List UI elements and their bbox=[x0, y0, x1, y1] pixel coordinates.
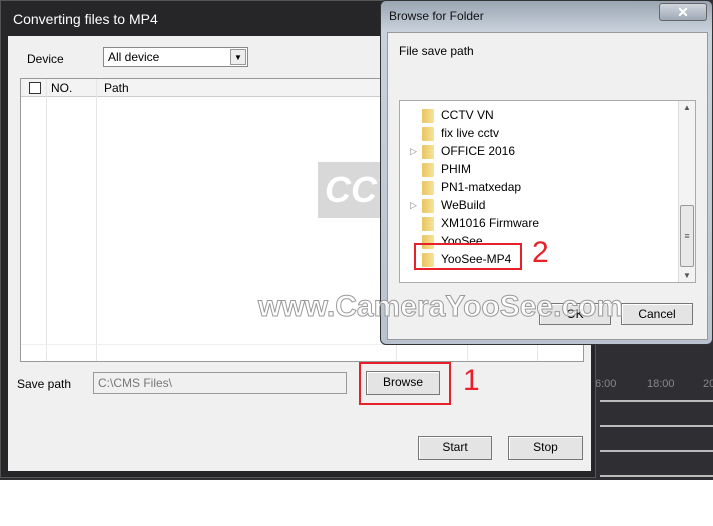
scrollbar[interactable]: ▲ ≡ ▼ bbox=[678, 101, 695, 282]
scroll-thumb[interactable]: ≡ bbox=[680, 205, 694, 267]
folder-icon bbox=[422, 216, 434, 231]
folder-icon bbox=[422, 126, 434, 141]
timeline-tick: 20 bbox=[703, 378, 713, 390]
timeline-track[interactable] bbox=[600, 475, 713, 477]
folder-item[interactable]: PHIM bbox=[422, 160, 471, 178]
close-button[interactable]: ✕ bbox=[659, 3, 707, 21]
expand-icon[interactable]: ▷ bbox=[410, 196, 417, 214]
start-button[interactable]: Start bbox=[418, 436, 492, 460]
folder-item[interactable]: XM1016 Firmware bbox=[422, 214, 539, 232]
column-header-path[interactable]: Path bbox=[104, 81, 129, 95]
annotation-step-2: 2 bbox=[532, 236, 549, 269]
timeline-track[interactable] bbox=[600, 400, 713, 402]
folder-item[interactable]: ▷ WeBuild bbox=[410, 196, 486, 214]
dialog-title: Browse for Folder bbox=[389, 9, 484, 23]
device-select[interactable]: All device ▼ bbox=[103, 47, 248, 67]
cancel-button[interactable]: Cancel bbox=[621, 303, 693, 325]
stop-button[interactable]: Stop bbox=[508, 436, 583, 460]
timeline-tick: 6:00 bbox=[595, 378, 617, 390]
annotation-step-1: 1 bbox=[463, 364, 480, 397]
folder-name: OFFICE 2016 bbox=[441, 144, 516, 158]
column-header-no[interactable]: NO. bbox=[51, 81, 72, 95]
timeline-tick: 18:00 bbox=[647, 378, 675, 390]
folder-icon bbox=[422, 180, 434, 195]
folder-icon bbox=[422, 108, 434, 123]
save-path-input[interactable]: C:\CMS Files\ bbox=[93, 372, 347, 394]
select-all-checkbox[interactable] bbox=[29, 82, 41, 94]
expand-icon[interactable]: ▷ bbox=[410, 142, 417, 160]
annotation-box-2 bbox=[414, 243, 522, 270]
folder-name: PN1-matxedap bbox=[441, 180, 522, 194]
folder-name: CCTV VN bbox=[441, 108, 494, 122]
folder-name: XM1016 Firmware bbox=[441, 216, 540, 230]
scroll-up-icon[interactable]: ▲ bbox=[683, 103, 691, 112]
annotation-box-1 bbox=[359, 362, 451, 405]
folder-item[interactable]: CCTV VN bbox=[422, 106, 494, 124]
dialog-description: File save path bbox=[399, 44, 474, 58]
folder-icon bbox=[422, 162, 434, 177]
folder-name: fix live cctv bbox=[441, 126, 500, 140]
scroll-down-icon[interactable]: ▼ bbox=[683, 271, 691, 280]
window-title: Converting files to MP4 bbox=[13, 11, 158, 27]
timeline-track[interactable] bbox=[600, 450, 713, 452]
folder-name: PHIM bbox=[441, 162, 471, 176]
folder-item[interactable]: fix live cctv bbox=[422, 124, 499, 142]
folder-item[interactable]: ▷ OFFICE 2016 bbox=[410, 142, 516, 160]
folder-icon bbox=[422, 144, 434, 159]
timeline-track[interactable] bbox=[600, 425, 713, 427]
folder-item[interactable]: PN1-matxedap bbox=[422, 178, 521, 196]
watermark-text: www.CameraYooSee.com bbox=[257, 290, 624, 324]
save-path-label: Save path bbox=[17, 377, 72, 391]
device-value: All device bbox=[108, 50, 160, 64]
chevron-down-icon[interactable]: ▼ bbox=[230, 49, 246, 65]
device-label: Device bbox=[27, 52, 64, 66]
folder-icon bbox=[422, 198, 434, 213]
folder-name: WeBuild bbox=[441, 198, 486, 212]
